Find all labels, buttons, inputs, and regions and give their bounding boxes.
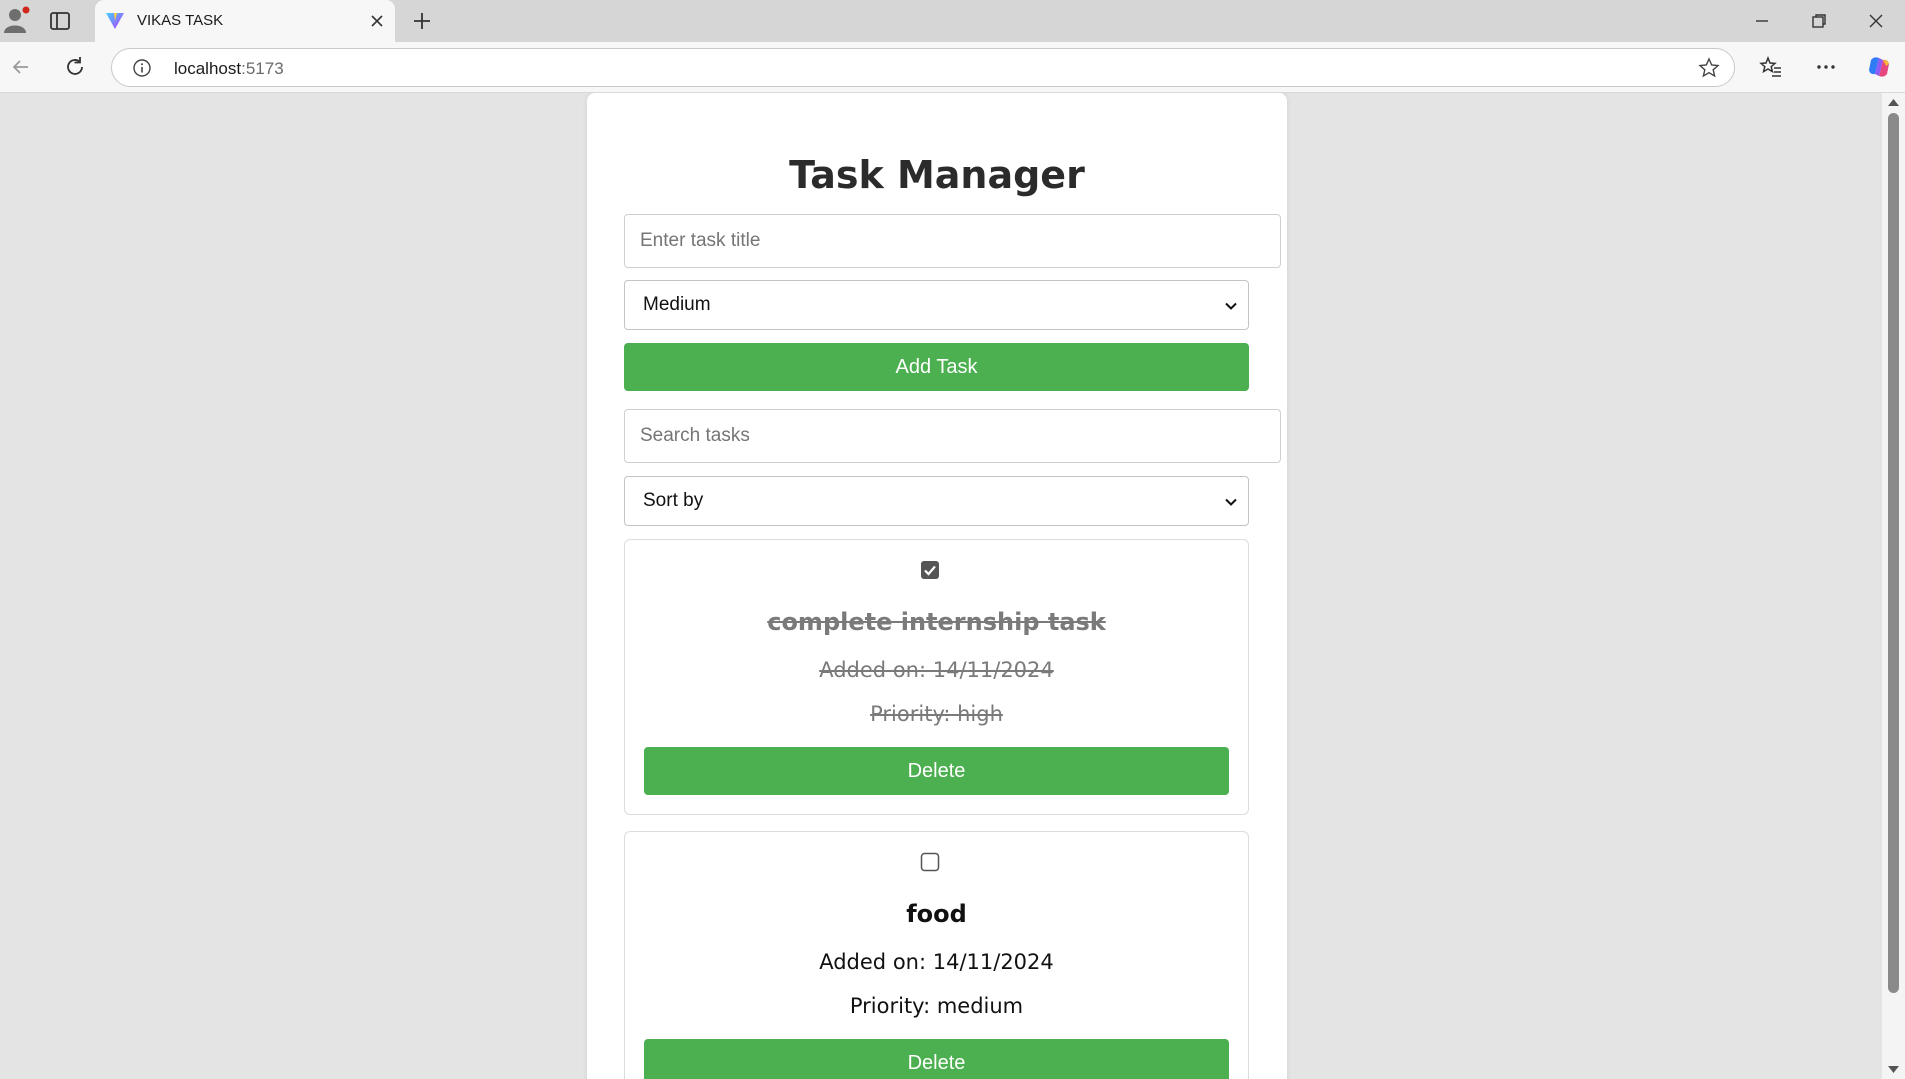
vite-favicon-icon bbox=[106, 13, 124, 29]
scrollbar-thumb[interactable] bbox=[1888, 113, 1899, 993]
new-tab-icon[interactable] bbox=[410, 9, 434, 33]
sort-select[interactable]: Sort by bbox=[624, 476, 1249, 526]
favorite-star-icon[interactable] bbox=[1698, 57, 1720, 79]
chevron-down-icon bbox=[1225, 498, 1237, 506]
task-added-date: Added on: 14/11/2024 bbox=[819, 658, 1054, 682]
task-complete-checkbox[interactable] bbox=[920, 560, 940, 580]
task-title: complete internship task bbox=[767, 608, 1106, 636]
task-priority: Priority: high bbox=[870, 702, 1003, 726]
page-viewport: Task Manager Medium Add Task Sort by com… bbox=[0, 93, 1882, 1079]
reload-icon[interactable] bbox=[62, 54, 88, 80]
task-added-date: Added on: 14/11/2024 bbox=[819, 950, 1054, 974]
site-info-icon[interactable] bbox=[132, 58, 152, 78]
back-icon[interactable] bbox=[8, 54, 34, 80]
tab-actions-icon[interactable] bbox=[48, 9, 72, 33]
url-host: localhost bbox=[174, 59, 242, 78]
address-bar-row: localhost:5173 bbox=[0, 42, 1905, 93]
delete-task-button[interactable]: Delete bbox=[644, 1039, 1229, 1079]
url-text[interactable]: localhost:5173 bbox=[174, 59, 284, 79]
task-item: food Added on: 14/11/2024 Priority: medi… bbox=[624, 831, 1249, 1079]
priority-selected-value: Medium bbox=[643, 294, 711, 315]
copilot-icon[interactable] bbox=[1866, 54, 1892, 80]
priority-select[interactable]: Medium bbox=[624, 280, 1249, 330]
task-priority: Priority: medium bbox=[849, 994, 1024, 1018]
address-field[interactable]: localhost:5173 bbox=[111, 48, 1735, 87]
tab-title: VIKAS TASK bbox=[137, 12, 224, 29]
chevron-down-icon bbox=[1225, 302, 1237, 310]
task-title-input[interactable] bbox=[624, 214, 1281, 268]
task-title: food bbox=[906, 900, 967, 928]
vertical-scrollbar[interactable] bbox=[1882, 93, 1905, 1079]
profile-icon[interactable] bbox=[4, 6, 30, 34]
search-input[interactable] bbox=[624, 409, 1281, 463]
active-tab[interactable]: VIKAS TASK bbox=[95, 0, 395, 42]
minimize-icon[interactable] bbox=[1751, 10, 1773, 32]
task-complete-checkbox[interactable] bbox=[920, 852, 940, 872]
more-options-icon[interactable] bbox=[1813, 54, 1839, 80]
sort-selected-value: Sort by bbox=[643, 490, 704, 511]
add-task-button[interactable]: Add Task bbox=[624, 343, 1249, 391]
url-port: :5173 bbox=[241, 59, 284, 78]
scroll-up-arrow-icon[interactable] bbox=[1887, 97, 1900, 107]
task-item: complete internship task Added on: 14/11… bbox=[624, 539, 1249, 815]
page-title: Task Manager bbox=[789, 153, 1085, 197]
restore-icon[interactable] bbox=[1808, 10, 1830, 32]
scroll-down-arrow-icon[interactable] bbox=[1887, 1065, 1900, 1075]
favorites-icon[interactable] bbox=[1758, 54, 1784, 80]
task-manager-card: Task Manager Medium Add Task Sort by com… bbox=[587, 93, 1287, 1079]
close-window-icon[interactable] bbox=[1865, 10, 1887, 32]
tab-strip: VIKAS TASK bbox=[0, 0, 1905, 42]
delete-task-button[interactable]: Delete bbox=[644, 747, 1229, 795]
close-tab-icon[interactable] bbox=[369, 13, 385, 29]
